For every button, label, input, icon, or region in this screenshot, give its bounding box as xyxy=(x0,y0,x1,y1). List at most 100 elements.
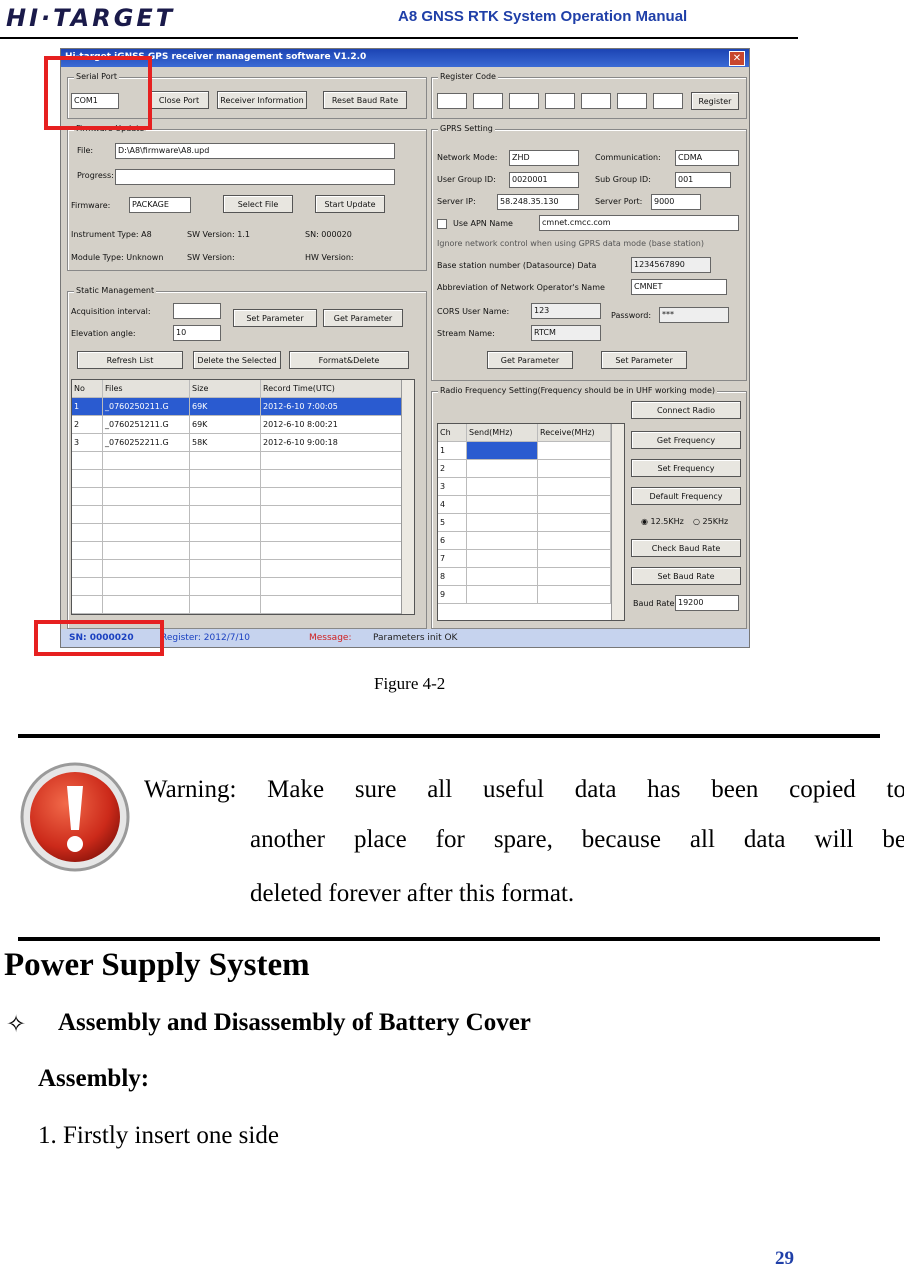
static-set-parameter-button[interactable]: Set Parameter xyxy=(233,309,317,327)
sw-version: SW Version: 1.1 xyxy=(187,230,250,239)
table-row[interactable] xyxy=(72,470,414,488)
use-apn-checkbox[interactable] xyxy=(437,219,447,229)
warning-text-line-1: Warning: Make sure all useful data has b… xyxy=(144,776,904,803)
abbrev-input[interactable]: CMNET xyxy=(631,279,727,295)
communication-select[interactable]: CDMA xyxy=(675,150,739,166)
file-path-input[interactable]: D:\A8\firmware\A8.upd xyxy=(115,143,395,159)
register-code-input-3[interactable] xyxy=(509,93,539,109)
base-station-input[interactable]: 1234567890 xyxy=(631,257,711,273)
register-code-input-1[interactable] xyxy=(437,93,467,109)
cell: 69K xyxy=(190,398,261,415)
table-row[interactable]: 5 xyxy=(438,514,624,532)
table-row[interactable] xyxy=(72,488,414,506)
status-message-label: Message: xyxy=(309,633,352,643)
reset-baud-rate-button[interactable]: Reset Baud Rate xyxy=(323,91,407,109)
subsection-heading: Assembly and Disassembly of Battery Cove… xyxy=(58,1009,531,1036)
cell: 2012-6-10 7:00:05 xyxy=(261,398,404,415)
static-get-parameter-button[interactable]: Get Parameter xyxy=(323,309,403,327)
col-receive: Receive(MHz) xyxy=(538,424,611,441)
receiver-information-button[interactable]: Receiver Information xyxy=(217,91,307,109)
check-baud-rate-button[interactable]: Check Baud Rate xyxy=(631,539,741,557)
register-code-input-7[interactable] xyxy=(653,93,683,109)
cell: 1 xyxy=(438,442,467,459)
table-row[interactable] xyxy=(72,506,414,524)
khz-radio-25[interactable]: ○ 25KHz xyxy=(693,517,728,526)
format-delete-button[interactable]: Format&Delete xyxy=(289,351,409,369)
cell: 58K xyxy=(190,434,261,451)
step-1-text: 1. Firstly insert one side xyxy=(38,1122,279,1149)
acq-interval-input[interactable] xyxy=(173,303,221,319)
register-code-input-2[interactable] xyxy=(473,93,503,109)
network-mode-select[interactable]: ZHD xyxy=(509,150,579,166)
close-icon[interactable]: ✕ xyxy=(729,51,745,66)
stream-input[interactable]: RTCM xyxy=(531,325,601,341)
table-row[interactable]: 9 xyxy=(438,586,624,604)
table-row[interactable] xyxy=(72,578,414,596)
cell: 9 xyxy=(438,586,467,603)
default-frequency-button[interactable]: Default Frequency xyxy=(631,487,741,505)
set-frequency-button[interactable]: Set Frequency xyxy=(631,459,741,477)
cell: 5 xyxy=(438,514,467,531)
ignore-network-label: Ignore network control when using GPRS d… xyxy=(437,239,704,248)
sub-group-id-input[interactable]: 001 xyxy=(675,172,731,188)
table-row[interactable]: 1 _0760250211.G 69K 2012-6-10 7:00:05 xyxy=(72,398,414,416)
table-row[interactable]: 2 _0760251211.G 69K 2012-6-10 8:00:21 xyxy=(72,416,414,434)
table-row[interactable]: 4 xyxy=(438,496,624,514)
elev-angle-label: Elevation angle: xyxy=(71,329,136,338)
khz-option-1-label: 12.5KHz xyxy=(650,517,684,526)
register-code-input-5[interactable] xyxy=(581,93,611,109)
table-row[interactable]: 6 xyxy=(438,532,624,550)
gprs-get-parameter-button[interactable]: Get Parameter xyxy=(487,351,573,369)
connect-radio-button[interactable]: Connect Radio xyxy=(631,401,741,419)
user-group-id-label: User Group ID: xyxy=(437,175,496,184)
set-baud-rate-button[interactable]: Set Baud Rate xyxy=(631,567,741,585)
gprs-set-parameter-button[interactable]: Set Parameter xyxy=(601,351,687,369)
table-row[interactable]: 7 xyxy=(438,550,624,568)
radio-group-label: Radio Frequency Setting(Frequency should… xyxy=(438,386,718,395)
radio-table-scrollbar[interactable] xyxy=(611,424,624,620)
elev-angle-input[interactable]: 10 xyxy=(173,325,221,341)
get-frequency-button[interactable]: Get Frequency xyxy=(631,431,741,449)
register-button[interactable]: Register xyxy=(691,92,739,110)
khz-radio-12-5[interactable]: ◉ 12.5KHz xyxy=(641,517,684,526)
table-scrollbar[interactable] xyxy=(401,380,414,614)
firmware-type-select[interactable]: PACKAGE xyxy=(129,197,191,213)
cell: 1 xyxy=(72,398,103,415)
server-ip-input[interactable]: 58.248.35.130 xyxy=(497,194,579,210)
table-row[interactable] xyxy=(72,560,414,578)
cell: _0760251211.G xyxy=(103,416,190,433)
password-input[interactable]: *** xyxy=(659,307,729,323)
select-file-button[interactable]: Select File xyxy=(223,195,293,213)
network-mode-label: Network Mode: xyxy=(437,153,498,162)
col-no: No xyxy=(72,380,103,397)
delete-selected-button[interactable]: Delete the Selected xyxy=(193,351,281,369)
hw-version: HW Version: xyxy=(305,253,354,262)
cors-user-input[interactable]: 123 xyxy=(531,303,601,319)
status-bar: SN: 0000020 Register: 2012/7/10 Message:… xyxy=(61,629,749,647)
table-row[interactable] xyxy=(72,452,414,470)
register-code-input-4[interactable] xyxy=(545,93,575,109)
apn-input[interactable]: cmnet.cmcc.com xyxy=(539,215,739,231)
baud-rate-select[interactable]: 19200 xyxy=(675,595,739,611)
register-code-input-6[interactable] xyxy=(617,93,647,109)
register-group-label: Register Code xyxy=(438,72,498,81)
table-row[interactable] xyxy=(72,542,414,560)
refresh-list-button[interactable]: Refresh List xyxy=(77,351,183,369)
table-row[interactable]: 1 xyxy=(438,442,624,460)
close-port-button[interactable]: Close Port xyxy=(149,91,209,109)
table-row[interactable] xyxy=(72,524,414,542)
table-row[interactable]: 3 _0760252211.G 58K 2012-6-10 9:00:18 xyxy=(72,434,414,452)
server-port-input[interactable]: 9000 xyxy=(651,194,701,210)
col-record-time: Record Time(UTC) xyxy=(261,380,404,397)
base-station-label: Base station number (Datasource) Data xyxy=(437,261,597,270)
table-row[interactable]: 3 xyxy=(438,478,624,496)
stream-label: Stream Name: xyxy=(437,329,495,338)
start-update-button[interactable]: Start Update xyxy=(315,195,385,213)
server-port-label: Server Port: xyxy=(595,197,643,206)
table-row[interactable] xyxy=(72,596,414,614)
user-group-id-input[interactable]: 0020001 xyxy=(509,172,579,188)
table-row[interactable]: 8 xyxy=(438,568,624,586)
table-row[interactable]: 2 xyxy=(438,460,624,478)
hi-target-logo: HI·TARGET xyxy=(6,4,176,32)
cell: 2012-6-10 9:00:18 xyxy=(261,434,404,451)
